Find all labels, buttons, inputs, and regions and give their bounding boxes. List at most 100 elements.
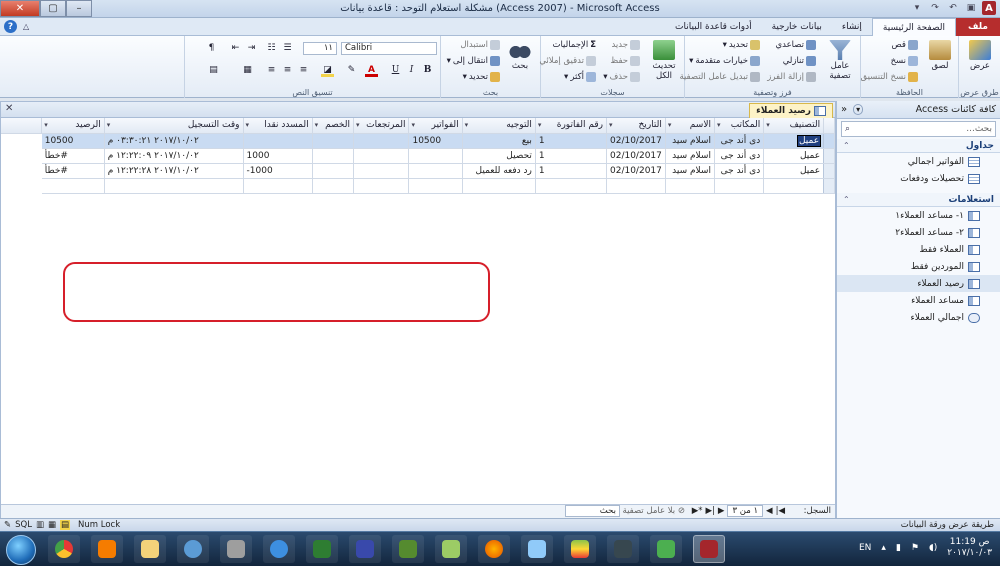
new-record-row[interactable] [1, 178, 835, 194]
nav-item-table[interactable]: تحصيلات ودفعات [837, 170, 1000, 187]
table-cell[interactable]: اسلام سيد [665, 163, 715, 179]
table-cell[interactable]: دى أند جى [714, 148, 765, 164]
nav-section-tables[interactable]: جداول ⌃ [837, 139, 1000, 153]
paste-button[interactable]: لصق [925, 38, 955, 71]
sql-view-icon[interactable]: SQL [15, 520, 32, 530]
table-cell[interactable] [353, 133, 410, 149]
column-header[interactable]: المكاتب ▾ [714, 118, 765, 134]
table-cell-error[interactable]: #خطأ [41, 163, 105, 179]
first-record-icon[interactable]: |◀ [776, 506, 785, 516]
find-button[interactable]: بحث [505, 38, 535, 71]
search-icon[interactable]: ⌕ [845, 124, 850, 134]
select-button[interactable]: تحديد ▾ [463, 72, 500, 82]
paragraph-direction-icon[interactable]: ¶ [205, 42, 218, 55]
column-header[interactable]: المرتجعات ▾ [353, 118, 410, 134]
table-cell[interactable]: 10500 [408, 133, 463, 149]
row-selector[interactable] [823, 163, 835, 179]
dropdown-arrow-icon[interactable]: ▾ [465, 121, 469, 129]
nav-search-input[interactable]: بحث... ⌕ [841, 121, 996, 137]
font-color-icon[interactable]: A [365, 64, 378, 77]
quran-app-icon[interactable] [306, 535, 338, 563]
table-cell[interactable]: عميل [763, 163, 825, 179]
table-cell[interactable]: 1 [535, 163, 608, 179]
table-cell[interactable]: 1 [535, 148, 608, 164]
table-cell-error[interactable]: #خطأ [41, 148, 105, 164]
pivot-table-view-icon[interactable]: ▦ [48, 520, 56, 530]
spelling-button[interactable]: تدقيق إملائي [539, 56, 596, 66]
delete-record-button[interactable]: حذف ▾ [603, 72, 640, 82]
chevron-down-icon[interactable]: ▾ [853, 104, 864, 115]
minimize-button[interactable]: – [66, 0, 92, 17]
table-cell[interactable]: دى أند جى [714, 133, 765, 149]
table-cell[interactable]: اسلام سيد [665, 148, 715, 164]
tab-home[interactable]: الصفحة الرئيسية [871, 18, 957, 36]
dropdown-arrow-icon[interactable]: ▾ [717, 121, 721, 129]
table-cell[interactable] [606, 178, 666, 194]
align-center-icon[interactable]: ≡ [281, 64, 294, 77]
column-header[interactable]: المسدد نقدا ▾ [243, 118, 313, 134]
chrome-icon[interactable] [48, 535, 80, 563]
collapse-section-icon[interactable]: ⌃ [843, 141, 850, 150]
last-record-icon[interactable]: ▶| [706, 506, 715, 516]
dropdown-arrow-icon[interactable]: ▾ [44, 121, 48, 129]
collapse-pane-icon[interactable]: « [841, 104, 847, 115]
table-cell[interactable]: ٢٠١٧/١٠/٠٢ ٠٣:٣٠:٢١ م [104, 133, 244, 149]
tab-external-data[interactable]: بيانات خارجية [762, 18, 832, 36]
table-cell[interactable] [243, 178, 313, 194]
select-all-corner[interactable] [823, 118, 835, 134]
table-cell[interactable] [104, 178, 244, 194]
video-editor-icon[interactable] [650, 535, 682, 563]
column-header[interactable]: الرصيد ▾ [41, 118, 105, 134]
pivot-chart-view-icon[interactable]: ▥ [36, 520, 44, 530]
bold-button[interactable]: B [421, 64, 434, 77]
nav-item-query-selected[interactable]: رصيد العملاء [837, 275, 1000, 292]
dropdown-arrow-icon[interactable]: ▾ [315, 121, 319, 129]
design-view-icon[interactable]: ✎ [4, 520, 11, 530]
flag-icon[interactable]: ⚑ [911, 543, 919, 553]
save-icon[interactable]: ▣ [964, 1, 978, 15]
visual-basic-icon[interactable] [349, 535, 381, 563]
customize-qat-icon[interactable]: ▾ [910, 1, 924, 15]
dropdown-arrow-icon[interactable]: ▾ [356, 121, 360, 129]
nav-item-query[interactable]: العملاء فقط [837, 241, 1000, 258]
table-cell[interactable]: بيع [462, 133, 536, 149]
tab-file[interactable]: ملف [956, 18, 1000, 36]
row-selector[interactable] [823, 178, 835, 194]
row-selector[interactable] [823, 148, 835, 164]
table-cell[interactable]: عميل [763, 148, 825, 164]
italic-button[interactable]: I [405, 64, 418, 77]
table-cell[interactable] [353, 148, 410, 164]
app-icon[interactable] [177, 535, 209, 563]
table-row[interactable]: عميل دى أند جى اسلام سيد 02/10/2017 1 تح… [1, 148, 835, 164]
column-header[interactable]: التوجيه ▾ [462, 118, 536, 134]
new-record-button[interactable]: جديد [611, 40, 640, 50]
filter-status[interactable]: ⊘ بلا عامل تصفية [623, 506, 685, 516]
start-button[interactable] [6, 535, 36, 565]
column-header[interactable]: رقم الفاتورة ▾ [535, 118, 608, 134]
table-cell[interactable]: ٢٠١٧/١٠/٠٢ ١٢:٢٢:٠٩ م [104, 148, 244, 164]
tools-icon[interactable] [220, 535, 252, 563]
align-right-icon[interactable]: ≡ [297, 64, 310, 77]
network-icon[interactable]: ▮ [896, 543, 901, 553]
access-taskbar-icon[interactable] [693, 535, 725, 563]
font-name-combo[interactable]: Calibri [341, 42, 437, 55]
table-cell[interactable] [408, 148, 463, 164]
align-left-icon[interactable]: ≡ [265, 64, 278, 77]
nav-item-query[interactable]: مساعد العملاء [837, 292, 1000, 309]
column-header[interactable]: الخصم ▾ [312, 118, 355, 134]
advanced-filter-button[interactable]: خيارات متقدمة ▾ [689, 56, 760, 66]
gridlines-icon[interactable]: ▦ [241, 64, 254, 77]
document-tab[interactable]: رصيد العملاء [749, 103, 833, 118]
table-cell[interactable] [312, 178, 355, 194]
remove-sort-button[interactable]: إزالة الفرز [767, 72, 816, 82]
nav-item-table[interactable]: الفواتير اجمالي [837, 153, 1000, 170]
table-cell[interactable]: 1000 [243, 148, 313, 164]
table-cell[interactable] [243, 133, 313, 149]
firefox-icon[interactable] [478, 535, 510, 563]
table-cell[interactable] [714, 178, 765, 194]
file-explorer-icon[interactable] [134, 535, 166, 563]
table-cell[interactable]: -1000 [243, 163, 313, 179]
totals-button[interactable]: Σ الإجماليات [552, 40, 596, 50]
cut-button[interactable]: قص [892, 40, 918, 50]
internet-explorer-icon[interactable] [263, 535, 295, 563]
